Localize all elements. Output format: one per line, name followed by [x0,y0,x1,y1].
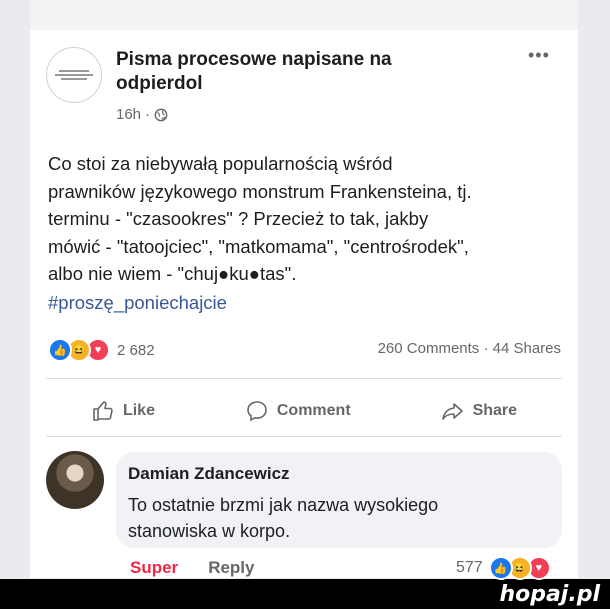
share-arrow-icon [441,403,463,420]
post-meta: 16h · [116,106,168,123]
meta-separator: · [145,106,151,123]
post-text-line: Co stoi za niebywałą popularnością wśród [48,153,393,174]
reply-button[interactable]: Reply [208,558,254,578]
divider [46,378,562,379]
like-reaction-icon: 👍 [48,338,72,362]
reactions-count[interactable]: 2 682 [117,342,155,359]
post-time[interactable]: 16h [116,106,141,123]
post-text-line: prawników językowego monstrum Frankenste… [48,180,472,202]
comment-icon [247,401,267,422]
post-text-line: terminu - "czasookres" ? Przecież to tak… [48,208,429,229]
comment-reactions-count: 577 [456,559,483,576]
more-options-icon[interactable]: ••• [528,46,550,64]
thumbs-up-icon [93,401,113,421]
share-button[interactable]: Share [441,399,517,423]
comments-shares-count[interactable]: 260 Comments · 44 Shares [378,340,561,357]
post-text: Co stoi za niebywałą popularnością wśród… [48,150,568,288]
globe-icon [154,108,168,121]
post-text-line: albo nie wiem - "chuj●ku●tas". [48,263,297,284]
comment-text: To ostatnie brzmi jak nazwa wysokiego st… [128,492,548,544]
comment-text-line: stanowiska w korpo. [128,521,291,541]
page-name[interactable]: Pisma procesowe napisane na odpierdol [116,48,446,96]
comment-text-line: To ostatnie brzmi jak nazwa wysokiego [128,495,439,515]
post-text-line: mówić - "tatoojciec", "matkomama", "cent… [48,235,469,257]
post-actions-bar: Like Comment Share [46,394,562,428]
page-avatar[interactable] [46,47,102,103]
like-button[interactable]: Like [91,399,155,423]
like-reaction-icon: 👍 [488,556,513,580]
previous-post-strip [30,0,578,30]
comment-author[interactable]: Damian Zdancewicz [128,464,290,484]
comment-actions: Super Reply [130,558,254,578]
divider [46,436,562,437]
comment-label: Comment [276,402,351,419]
comment-reactions[interactable]: 577 👍 😆 ♥ [456,556,551,580]
hashtag-link[interactable]: #proszę_poniechajcie [48,292,227,314]
commenter-avatar[interactable] [46,451,104,509]
post-reactions[interactable]: 👍 😆 ♥ 2 682 [48,338,155,362]
super-reaction-button[interactable]: Super [130,558,178,578]
share-label: Share [472,402,518,419]
site-watermark: hopaj.pl [499,582,600,607]
like-label: Like [122,402,155,419]
comment-button[interactable]: Comment [245,399,351,423]
